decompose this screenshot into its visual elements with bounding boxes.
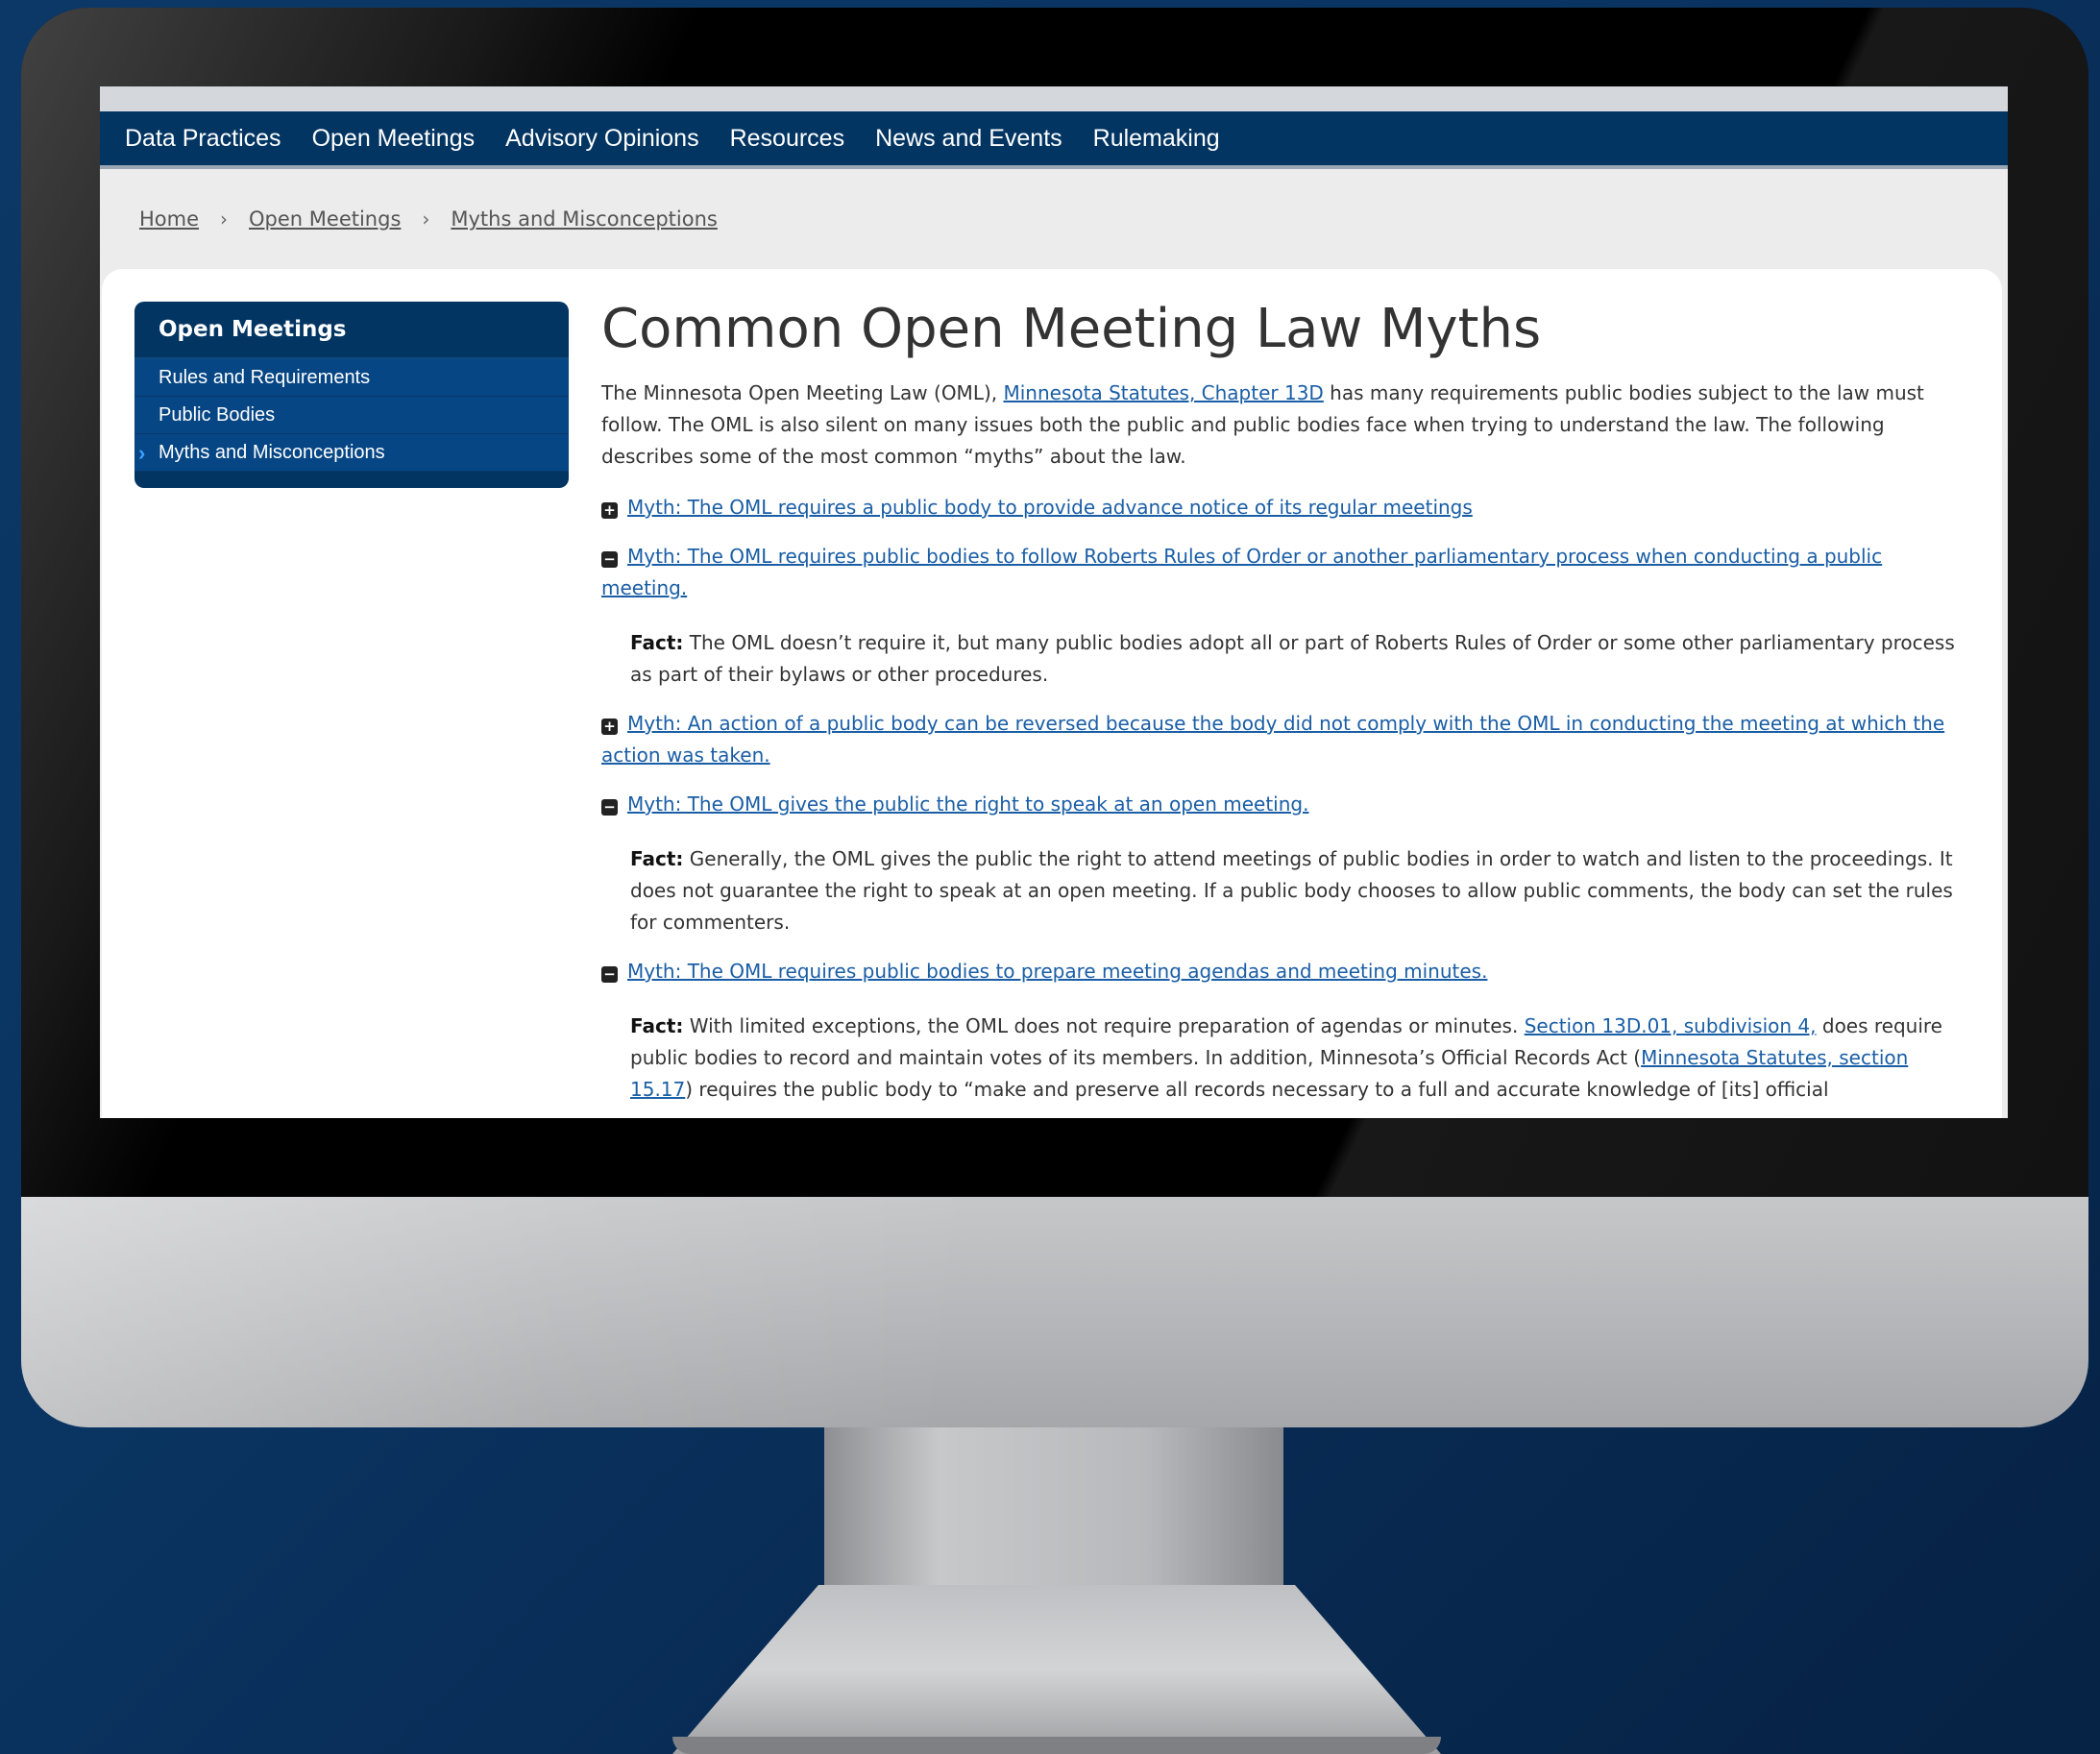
breadcrumb-open-meetings-link[interactable]: Open Meetings	[249, 207, 401, 231]
nav-rulemaking[interactable]: Rulemaking	[1093, 125, 1220, 153]
breadcrumb-separator-icon: ›	[220, 207, 229, 231]
nav-news-and-events[interactable]: News and Events	[875, 125, 1062, 153]
myth-label: Myth: The OML requires public bodies to …	[601, 545, 1883, 599]
fact-text: The OML doesn’t require it, but many pub…	[630, 631, 1955, 686]
nav-open-meetings[interactable]: Open Meetings	[312, 125, 476, 153]
sidebar-item-label: Myths and Misconceptions	[159, 441, 385, 463]
breadcrumb-current-link[interactable]: Myths and Misconceptions	[451, 207, 717, 231]
sidebar-item-label: Rules and Requirements	[159, 366, 371, 388]
nav-data-practices[interactable]: Data Practices	[125, 125, 281, 153]
main-navigation: Data Practices Open Meetings Advisory Op…	[100, 111, 2008, 169]
monitor-stand-foot	[672, 1585, 1441, 1754]
plus-square-icon: +	[601, 502, 618, 519]
minus-square-icon: −	[601, 966, 618, 983]
fact-label: Fact:	[630, 847, 684, 870]
monitor-stand-base	[672, 1737, 1441, 1754]
nav-resources[interactable]: Resources	[730, 125, 845, 153]
sidebar-item-rules-and-requirements[interactable]: Rules and Requirements	[134, 359, 569, 397]
myth-toggle-advance-notice[interactable]: + Myth: The OML requires a public body to…	[601, 492, 1966, 524]
breadcrumb-home-link[interactable]: Home	[139, 207, 199, 231]
myth-label: Myth: The OML gives the public the right…	[627, 792, 1309, 816]
minus-square-icon: −	[601, 799, 618, 816]
fact-text: Generally, the OML gives the public the …	[630, 847, 1953, 934]
breadcrumb: Home › Open Meetings › Myths and Misconc…	[139, 207, 718, 231]
fact-agendas-minutes: Fact: With limited exceptions, the OML d…	[601, 1011, 1966, 1106]
content-panel: Open Meetings Rules and Requirements Pub…	[102, 269, 2002, 1118]
fact-label: Fact:	[630, 631, 684, 654]
fact-roberts-rules: Fact: The OML doesn’t require it, but ma…	[601, 627, 1966, 691]
sidebar-nav: Open Meetings Rules and Requirements Pub…	[134, 302, 569, 488]
myth-label: Myth: An action of a public body can be …	[601, 712, 1945, 767]
monitor-screen: Data Practices Open Meetings Advisory Op…	[100, 86, 2008, 1118]
fact-label: Fact:	[630, 1014, 684, 1037]
myth-toggle-roberts-rules[interactable]: − Myth: The OML requires public bodies to…	[601, 541, 1966, 604]
minus-square-icon: −	[601, 551, 618, 568]
main-content: Common Open Meeting Law Myths The Minnes…	[601, 298, 1966, 1106]
fact-text: ) requires the public body to “make and …	[685, 1078, 1829, 1101]
fact-text: With limited exceptions, the OML does no…	[683, 1014, 1525, 1037]
nav-advisory-opinions[interactable]: Advisory Opinions	[505, 125, 698, 153]
sidebar-title: Open Meetings	[134, 302, 569, 359]
intro-paragraph: The Minnesota Open Meeting Law (OML), Mi…	[601, 378, 1966, 473]
fact-right-to-speak: Fact: Generally, the OML gives the publi…	[601, 843, 1966, 938]
chevron-right-icon: ›	[138, 441, 146, 465]
browser-top-strip	[100, 86, 2008, 111]
sidebar-item-myths-and-misconceptions[interactable]: › Myths and Misconceptions	[134, 434, 569, 472]
myth-toggle-agendas-minutes[interactable]: − Myth: The OML requires public bodies to…	[601, 956, 1966, 987]
sidebar-item-label: Public Bodies	[159, 403, 276, 426]
sidebar-item-public-bodies[interactable]: Public Bodies	[134, 397, 569, 434]
myth-toggle-action-reversed[interactable]: + Myth: An action of a public body can be…	[601, 708, 1966, 771]
intro-text: The Minnesota Open Meeting Law (OML),	[601, 381, 1004, 404]
chapter-13d-link[interactable]: Minnesota Statutes, Chapter 13D	[1003, 381, 1323, 404]
plus-square-icon: +	[601, 719, 618, 735]
page-title: Common Open Meeting Law Myths	[601, 298, 1542, 360]
breadcrumb-separator-icon: ›	[422, 207, 430, 231]
section-13d01-link[interactable]: Section 13D.01, subdivision 4,	[1525, 1014, 1817, 1037]
monitor-chin-shine	[21, 1197, 1366, 1427]
myth-label: Myth: The OML requires a public body to …	[627, 496, 1473, 519]
myth-label: Myth: The OML requires public bodies to …	[627, 960, 1488, 983]
myth-toggle-right-to-speak[interactable]: − Myth: The OML gives the public the righ…	[601, 789, 1966, 820]
